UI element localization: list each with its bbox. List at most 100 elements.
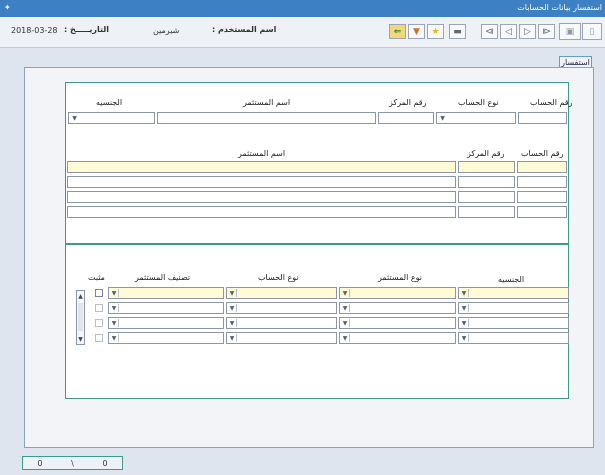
- print-icon: ▬: [453, 26, 462, 37]
- star-icon: ★: [431, 26, 440, 37]
- account-type-label: نوع الحساب: [458, 98, 499, 107]
- account-no-input[interactable]: [518, 112, 567, 124]
- account-type-select[interactable]: ▼: [226, 332, 337, 344]
- chevron-down-icon: ▼: [228, 334, 237, 342]
- nationality-select[interactable]: ▼: [458, 317, 569, 329]
- account-type-select[interactable]: ▼: [436, 112, 516, 124]
- center-no-cell[interactable]: [458, 206, 515, 218]
- scroll-up-icon[interactable]: ▲: [77, 292, 84, 300]
- investor-type-select[interactable]: ▼: [339, 332, 456, 344]
- nationality-select[interactable]: ▼: [458, 332, 569, 344]
- nationality-select[interactable]: ▼: [458, 302, 569, 314]
- account-no-cell[interactable]: [517, 206, 567, 218]
- investor-type-select[interactable]: ▼: [339, 287, 456, 299]
- chevron-down-icon: ▼: [228, 304, 237, 312]
- investor-name-cell[interactable]: [67, 161, 456, 173]
- chevron-down-icon: ▼: [110, 319, 119, 327]
- scroll-down-icon[interactable]: ▼: [77, 335, 84, 343]
- new-icon: ▯: [589, 26, 595, 37]
- title-bar: ✦ استفسار بيانات الحسابات: [0, 0, 605, 17]
- previous-record-icon: ◁: [505, 26, 512, 37]
- results-account-no-header: رقم الحساب: [521, 149, 564, 158]
- chevron-down-icon: ▼: [228, 289, 237, 297]
- chevron-down-icon: ▼: [460, 304, 469, 312]
- date-value: 2018-03-28: [11, 26, 58, 35]
- next-record-button[interactable]: ▷: [519, 24, 536, 39]
- chevron-down-icon: ▼: [341, 304, 350, 312]
- account-no-cell[interactable]: [517, 161, 567, 173]
- scroll-thumb[interactable]: [78, 303, 83, 331]
- details-account-type-header: نوع الحساب: [258, 273, 299, 282]
- record-current: 0: [37, 458, 43, 468]
- details-nationality-header: الجنسيه: [498, 275, 525, 284]
- chevron-down-icon: ▼: [341, 289, 350, 297]
- center-no-cell[interactable]: [458, 161, 515, 173]
- investor-name-cell[interactable]: [67, 176, 456, 188]
- investor-name-input[interactable]: [157, 112, 376, 124]
- center-no-cell[interactable]: [458, 191, 515, 203]
- save-icon: ▣: [565, 26, 575, 37]
- nationality-select[interactable]: ▼: [458, 287, 569, 299]
- chevron-down-icon: ▼: [72, 114, 77, 122]
- print-button[interactable]: ▬: [449, 24, 466, 39]
- chevron-down-icon: ▼: [228, 319, 237, 327]
- last-record-button[interactable]: ⧐: [538, 24, 555, 39]
- investor-name-cell[interactable]: [67, 206, 456, 218]
- date-label: التاريـــــخ :: [64, 25, 110, 34]
- previous-record-button[interactable]: ◁: [500, 24, 517, 39]
- user-label: اسم المستخدم :: [212, 25, 277, 34]
- toolbar: 2018-03-28 التاريـــــخ : شيرمين اسم الم…: [0, 17, 605, 48]
- save-button[interactable]: ▣: [559, 23, 581, 40]
- user-value: شيرمين: [153, 26, 180, 35]
- new-button[interactable]: ▯: [582, 23, 602, 40]
- app-icon: ✦: [4, 3, 11, 12]
- results-investor-name-header: اسم المستثمر: [238, 149, 286, 158]
- center-no-cell[interactable]: [458, 176, 515, 188]
- center-no-label: رقم المركز: [389, 98, 427, 107]
- exit-button[interactable]: ⇐: [389, 24, 406, 39]
- chevron-down-icon: ▼: [460, 334, 469, 342]
- investor-type-select[interactable]: ▼: [339, 302, 456, 314]
- chevron-down-icon: ▼: [110, 304, 119, 312]
- record-separator: \: [71, 458, 74, 468]
- results-center-no-header: رقم المركز: [467, 149, 505, 158]
- chevron-down-icon: ▼: [110, 334, 119, 342]
- account-type-select[interactable]: ▼: [226, 287, 337, 299]
- last-record-icon: ⧐: [542, 26, 551, 37]
- chevron-down-icon: ▼: [110, 289, 119, 297]
- chevron-down-icon: ▼: [460, 319, 469, 327]
- account-no-cell[interactable]: [517, 191, 567, 203]
- details-investor-type-header: نوع المستثمر: [378, 273, 422, 282]
- nationality-label: الجنسيه: [96, 98, 123, 107]
- record-total: 0: [102, 458, 108, 468]
- investor-type-select[interactable]: ▼: [339, 317, 456, 329]
- fixed-checkbox[interactable]: [95, 289, 103, 297]
- chevron-down-icon: ▼: [460, 289, 469, 297]
- bookmark-button[interactable]: ▼: [408, 24, 425, 39]
- next-record-icon: ▷: [524, 26, 531, 37]
- details-fixed-header: مثبت: [88, 273, 105, 282]
- first-record-icon: ⧏: [485, 26, 494, 37]
- account-type-select[interactable]: ▼: [226, 317, 337, 329]
- investor-name-cell[interactable]: [67, 191, 456, 203]
- chevron-down-icon: ▼: [341, 334, 350, 342]
- investor-class-select[interactable]: ▼: [108, 287, 224, 299]
- details-scrollbar[interactable]: ▲ ▼: [76, 290, 85, 345]
- bookmark-icon: ▼: [413, 26, 420, 37]
- account-no-cell[interactable]: [517, 176, 567, 188]
- fixed-checkbox[interactable]: [95, 304, 103, 312]
- fixed-checkbox[interactable]: [95, 319, 103, 327]
- investor-class-select[interactable]: ▼: [108, 332, 224, 344]
- exit-icon: ⇐: [393, 26, 402, 37]
- first-record-button[interactable]: ⧏: [481, 24, 498, 39]
- nationality-select[interactable]: ▼: [68, 112, 155, 124]
- center-no-input[interactable]: [378, 112, 434, 124]
- account-type-select[interactable]: ▼: [226, 302, 337, 314]
- investor-class-select[interactable]: ▼: [108, 317, 224, 329]
- chevron-down-icon: ▼: [440, 114, 445, 122]
- fixed-checkbox[interactable]: [95, 334, 103, 342]
- investor-class-select[interactable]: ▼: [108, 302, 224, 314]
- window-title: استفسار بيانات الحسابات: [517, 3, 602, 12]
- star-button[interactable]: ★: [427, 24, 444, 39]
- account-no-label: رقم الحساب: [530, 98, 573, 107]
